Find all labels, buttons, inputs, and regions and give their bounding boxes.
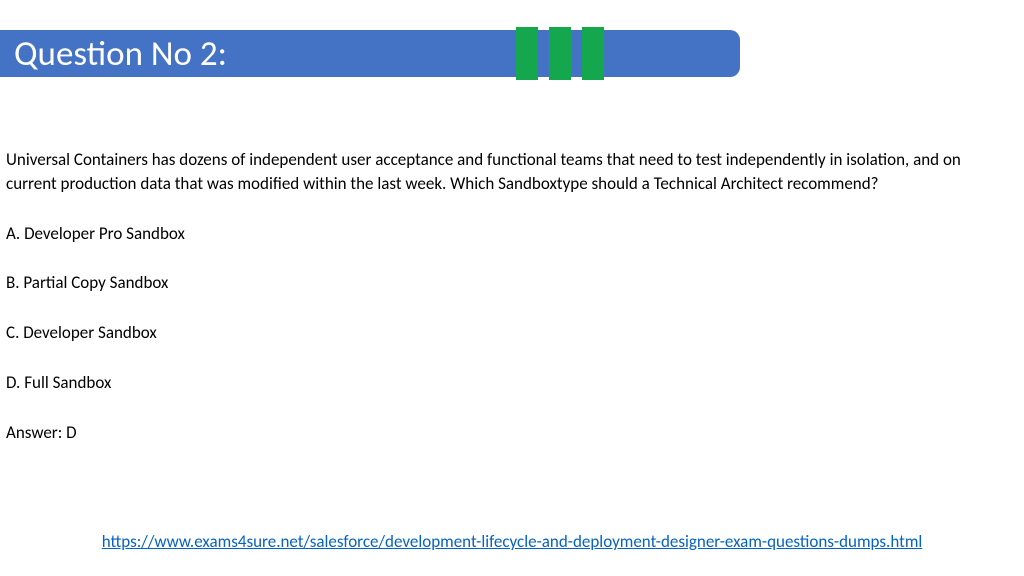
title-bar: Question No 2: xyxy=(0,30,740,77)
decorative-bars xyxy=(516,27,604,80)
question-text: Universal Containers has dozens of indep… xyxy=(6,148,1004,196)
green-bar xyxy=(582,27,604,80)
green-bar xyxy=(516,27,538,80)
question-title: Question No 2: xyxy=(14,33,227,75)
option-c: C. Developer Sandbox xyxy=(6,321,1004,345)
green-bar xyxy=(549,27,571,80)
source-link[interactable]: https://www.exams4sure.net/salesforce/de… xyxy=(102,531,923,552)
question-content: Universal Containers has dozens of indep… xyxy=(6,148,1004,445)
footer-link-container: https://www.exams4sure.net/salesforce/de… xyxy=(0,531,1024,552)
option-a: A. Developer Pro Sandbox xyxy=(6,222,1004,246)
answer-text: Answer: D xyxy=(6,421,1004,445)
option-b: B. Partial Copy Sandbox xyxy=(6,271,1004,295)
option-d: D. Full Sandbox xyxy=(6,371,1004,395)
